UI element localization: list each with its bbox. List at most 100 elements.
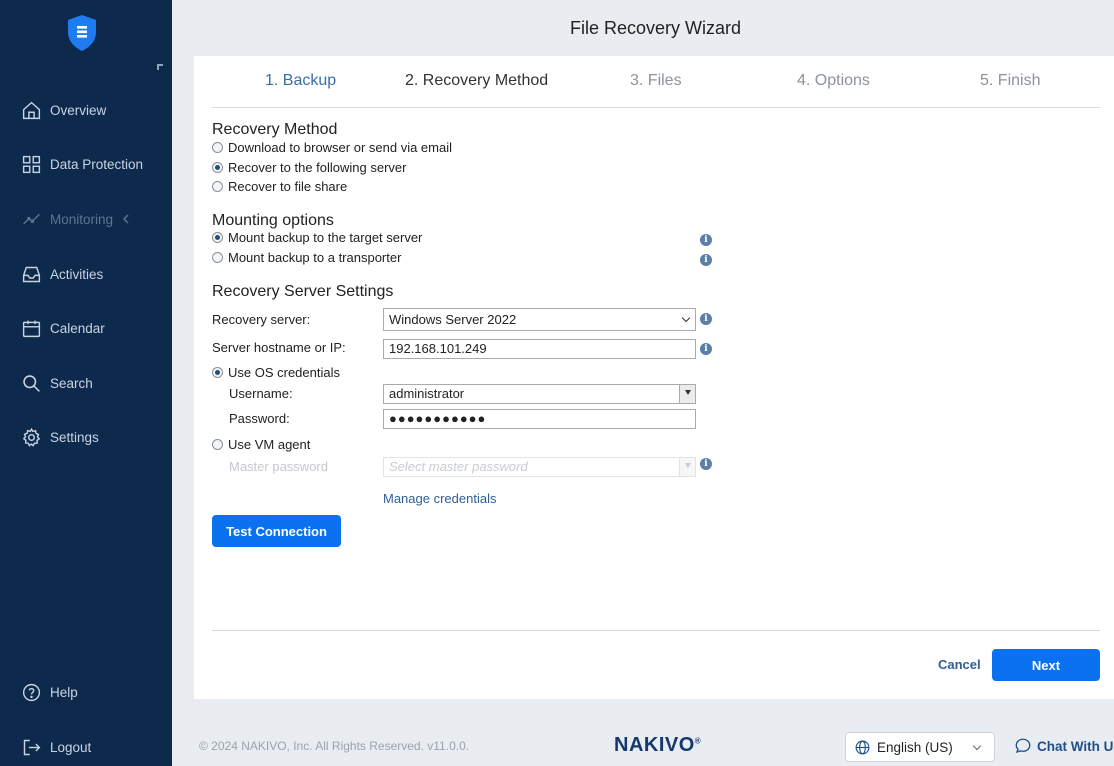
sidebar-item-label: Search [50,375,93,391]
brand-name: NAKIVO [614,734,695,756]
radio-use-vm-agent[interactable]: Use VM agent [212,435,310,453]
sidebar-item-logout[interactable]: Logout [0,727,172,766]
cancel-button[interactable]: Cancel [938,657,981,672]
globe-icon [855,740,870,754]
radio-mount-transporter[interactable]: Mount backup to a transporter [212,248,401,266]
calendar-icon [22,320,41,337]
username-label: Username: [229,386,293,401]
language-value: English (US) [877,739,953,755]
radio-button[interactable] [212,366,223,378]
username-combo[interactable]: administrator [383,384,696,404]
language-select[interactable]: English (US) [845,732,995,762]
info-icon[interactable]: i [700,313,712,325]
radio-label: Mount backup to a transporter [228,249,402,265]
registered-mark: ® [694,736,702,746]
chevron-down-icon [972,741,982,751]
sidebar-item-label: Activities [50,266,104,282]
radio-button[interactable] [212,161,223,173]
radio-button[interactable] [212,141,223,153]
manage-credentials-link[interactable]: Manage credentials [383,491,496,506]
chat-bubble-icon [1015,738,1031,754]
search-icon [23,374,40,392]
sidebar: Overview Data Protection Monitoring Acti… [0,0,172,766]
footer-divider [212,630,1100,631]
radio-button[interactable] [212,251,223,263]
chevron-left-icon [122,214,129,224]
help-label: Help [50,684,78,700]
radio-label: Recover to file share [228,178,348,194]
next-button[interactable]: Next [992,649,1100,681]
grid-icon [22,155,41,173]
sidebar-item-settings[interactable]: Settings [0,417,172,457]
sidebar-item-overview[interactable]: Overview [0,90,172,130]
chart-line-icon [23,213,40,224]
info-icon[interactable]: i [700,343,712,355]
wizard-panel: 1. Backup 2. Recovery Method 3. Files 4.… [194,56,1114,699]
gear-icon [22,427,41,447]
logout-label: Logout [50,739,92,755]
recovery-server-select[interactable]: Windows Server 2022 [383,308,696,331]
radio-button[interactable] [212,438,223,450]
username-value: administrator [389,386,465,401]
logout-icon [23,739,41,755]
dropdown-arrow-icon [679,458,695,476]
step-finish: 5. Finish [980,72,1041,89]
nakivo-brand-logo: NAKIVO® [614,734,701,757]
recovery-method-title: Recovery Method [212,121,338,138]
recovery-server-value: Windows Server 2022 [389,311,517,327]
sidebar-item-label: Calendar [50,320,105,336]
inbox-icon [22,266,41,282]
radio-label: Use OS credentials [228,364,340,380]
info-icon[interactable]: i [700,234,712,246]
radio-label: Recover to the following server [228,159,407,175]
sidebar-item-label: Data Protection [50,156,144,172]
server-settings-title: Recovery Server Settings [212,283,394,300]
hostname-input[interactable]: 192.168.101.249 [383,339,696,359]
collapse-sidebar-icon[interactable] [157,64,163,70]
radio-recover-file-share[interactable]: Recover to file share [212,177,347,195]
sidebar-item-label: Settings [50,429,99,445]
master-password-placeholder: Select master password [389,459,528,474]
radio-button[interactable] [212,231,223,243]
step-options: 4. Options [797,72,870,89]
test-connection-button[interactable]: Test Connection [212,515,341,547]
chat-button[interactable]: Chat With Us [1014,737,1114,755]
info-icon[interactable]: i [700,254,712,266]
nakivo-shield-logo-icon[interactable] [66,14,98,52]
info-icon[interactable]: i [700,458,712,470]
hostname-label: Server hostname or IP: [212,340,346,355]
password-value: ●●●●●●●●●●● [389,411,487,426]
sidebar-item-label: Overview [50,102,107,118]
master-password-combo: Select master password [383,457,696,477]
wizard-steps: 1. Backup 2. Recovery Method 3. Files 4.… [212,56,1100,108]
dropdown-arrow-icon[interactable] [679,385,695,403]
radio-button[interactable] [212,180,223,192]
sidebar-item-calendar[interactable]: Calendar [0,308,172,348]
sidebar-item-help[interactable]: Help [0,672,172,712]
step-backup[interactable]: 1. Backup [265,72,336,90]
hostname-value: 192.168.101.249 [389,341,487,356]
step-files: 3. Files [630,72,682,89]
radio-label: Mount backup to the target server [228,229,423,245]
sidebar-item-data-protection[interactable]: Data Protection [0,144,172,184]
password-input[interactable]: ●●●●●●●●●●● [383,409,696,429]
sidebar-item-label: Monitoring [50,211,114,227]
wizard-title: File Recovery Wizard [569,17,742,38]
home-icon [22,101,41,119]
radio-label: Use VM agent [228,436,311,452]
password-label: Password: [229,411,290,426]
sidebar-item-monitoring[interactable]: Monitoring [0,199,172,239]
step-recovery-method: 2. Recovery Method [405,72,549,89]
radio-mount-target-server[interactable]: Mount backup to the target server [212,228,422,246]
help-circle-icon [22,683,41,701]
recovery-server-label: Recovery server: [212,312,311,327]
radio-download-browser[interactable]: Download to browser or send via email [212,138,452,156]
radio-recover-to-server[interactable]: Recover to the following server [212,158,406,176]
master-password-label: Master password [229,459,328,474]
sidebar-item-activities[interactable]: Activities [0,254,172,294]
sidebar-item-search[interactable]: Search [0,363,172,403]
chat-label: Chat With Us [1037,738,1114,754]
radio-label: Download to browser or send via email [228,139,452,155]
copyright-text: © 2024 NAKIVO, Inc. All Rights Reserved.… [199,739,470,753]
radio-use-os-credentials[interactable]: Use OS credentials [212,363,340,381]
